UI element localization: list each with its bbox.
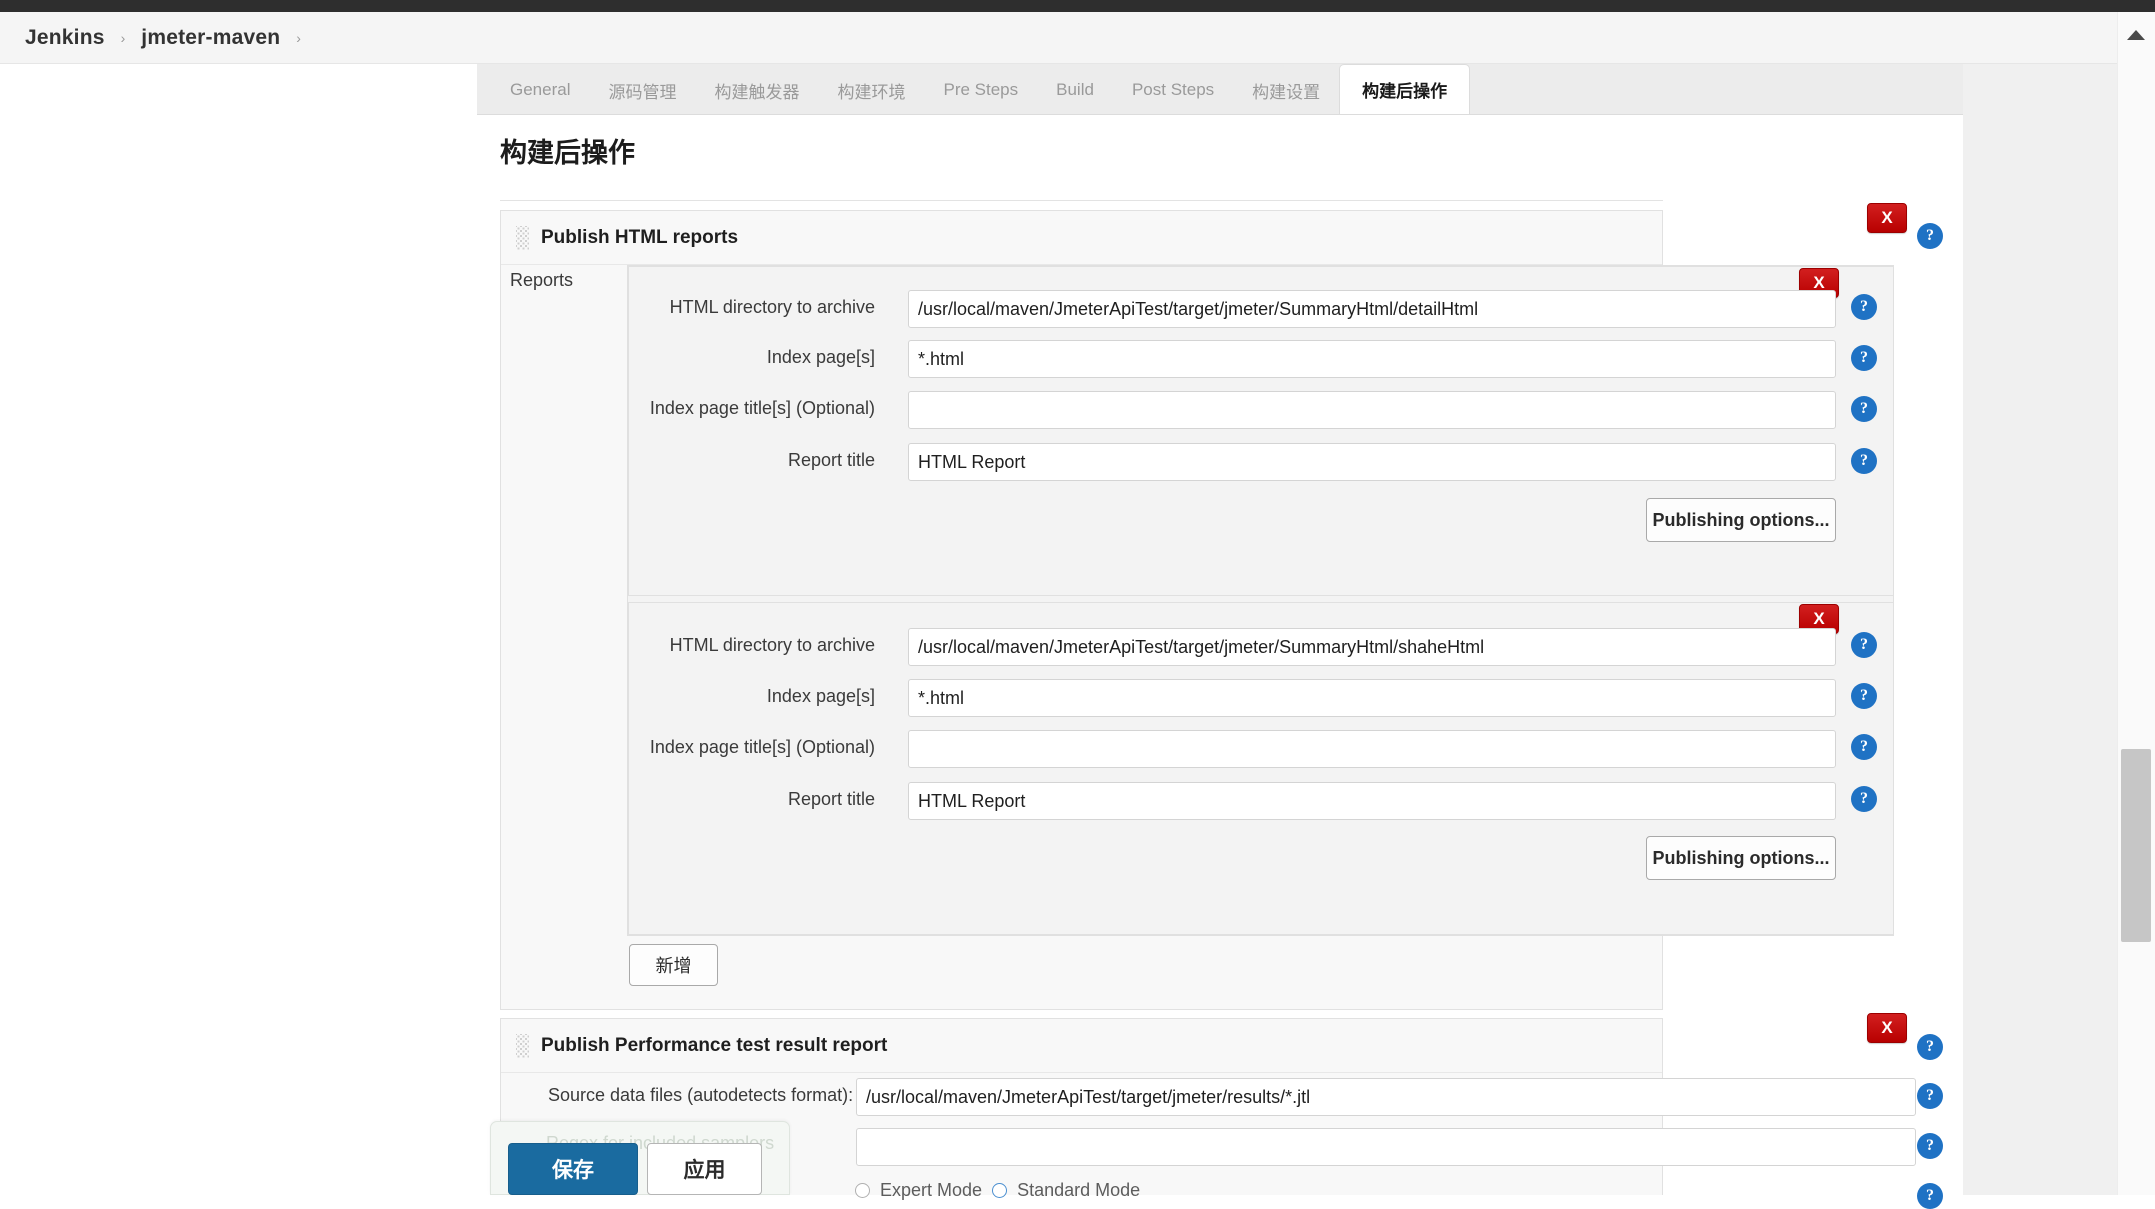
help-icon-report-1-html-directory[interactable]: ? (1851, 294, 1877, 320)
section-title-performance: Publish Performance test result report (541, 1034, 888, 1056)
report-1-report-title-input[interactable] (908, 443, 1836, 481)
right-gutter (1963, 64, 2117, 1195)
radio-expert-mode[interactable] (855, 1183, 870, 1198)
source-data-files-input[interactable] (856, 1078, 1916, 1116)
help-icon-report-2-index-pages[interactable]: ? (1851, 683, 1877, 709)
delete-section-html-reports-button[interactable]: X (1867, 203, 1907, 233)
report-1-index-pages-input[interactable] (908, 340, 1836, 378)
tab-build-triggers[interactable]: 构建触发器 (695, 66, 818, 114)
help-icon-mode[interactable]: ? (1917, 1183, 1943, 1209)
tab-build[interactable]: Build (1037, 66, 1113, 114)
mode-radio-group: Expert Mode Standard Mode (855, 1180, 1140, 1201)
drag-handle-icon-performance[interactable] (516, 1033, 529, 1058)
report-1-field-2-label: Index page title[s] (Optional) (649, 398, 875, 418)
reports-label: Reports (509, 270, 573, 290)
tab-general[interactable]: General (491, 66, 589, 114)
config-tab-bar: General 源码管理 构建触发器 构建环境 Pre Steps Build … (477, 64, 1655, 115)
report-1-field-3-label: Report title (787, 450, 875, 470)
radio-standard-mode[interactable] (992, 1183, 1008, 1198)
help-icon-source-data-files[interactable]: ? (1917, 1083, 1943, 1109)
report-2-report-title-input[interactable] (908, 782, 1836, 820)
apply-button[interactable]: 应用 (647, 1143, 762, 1195)
report-2-publishing-options-button[interactable]: Publishing options... (1646, 836, 1836, 880)
section-title: Publish HTML reports (541, 226, 739, 248)
tab-scm[interactable]: 源码管理 (589, 66, 695, 114)
help-icon-section-html-reports[interactable]: ? (1917, 223, 1943, 249)
save-button[interactable]: 保存 (508, 1143, 638, 1195)
help-icon-report-2-html-directory[interactable]: ? (1851, 632, 1877, 658)
report-2-index-pages-input[interactable] (908, 679, 1836, 717)
scroll-up-arrow-icon[interactable] (2127, 30, 2145, 40)
report-2-field-0-label: HTML directory to archive (669, 635, 875, 655)
top-dark-strip (0, 0, 2155, 12)
help-icon-report-2-index-page-titles[interactable]: ? (1851, 734, 1877, 760)
breadcrumb-separator-icon-2[interactable]: › (296, 30, 301, 46)
section-header: Publish HTML reports (501, 211, 1662, 265)
help-icon-report-2-report-title[interactable]: ? (1851, 786, 1877, 812)
tab-post-steps[interactable]: Post Steps (1113, 66, 1233, 114)
breadcrumb-separator-icon: › (120, 29, 126, 46)
title-rule (500, 200, 1663, 201)
page-title: 构建后操作 (500, 138, 635, 168)
tab-build-environment[interactable]: 构建环境 (818, 66, 924, 114)
breadcrumb-item-job[interactable]: jmeter-maven (141, 26, 280, 50)
help-icon-regex-included-samplers[interactable]: ? (1917, 1133, 1943, 1159)
tab-bar-tail (1655, 64, 1963, 115)
source-data-files-label: Source data files (autodetects format): (548, 1085, 854, 1105)
tab-pre-steps[interactable]: Pre Steps (924, 66, 1037, 114)
help-icon-report-1-report-title[interactable]: ? (1851, 448, 1877, 474)
radio-expert-mode-label: Expert Mode (880, 1180, 983, 1200)
radio-standard-mode-label: Standard Mode (1017, 1180, 1141, 1200)
breadcrumb-item-jenkins[interactable]: Jenkins (25, 26, 105, 50)
content-top-divider (477, 114, 1963, 115)
tab-post-build-actions[interactable]: 构建后操作 (1339, 64, 1471, 115)
report-1-index-page-titles-input[interactable] (908, 391, 1836, 429)
report-2-index-page-titles-input[interactable] (908, 730, 1836, 768)
help-icon-section-performance[interactable]: ? (1917, 1034, 1943, 1060)
section-header-performance: Publish Performance test result report (501, 1019, 1662, 1073)
report-1-field-1-label: Index page[s] (766, 347, 875, 367)
delete-section-performance-button[interactable]: X (1867, 1013, 1907, 1043)
report-1-html-directory-input[interactable] (908, 290, 1836, 328)
scrollbar-thumb[interactable] (2121, 749, 2151, 942)
report-2-field-3-label: Report title (787, 789, 875, 809)
help-icon-report-1-index-pages[interactable]: ? (1851, 345, 1877, 371)
report-2-field-1-label: Index page[s] (766, 686, 875, 706)
breadcrumb: Jenkins › jmeter-maven › (0, 12, 2117, 64)
page-scrollbar[interactable] (2117, 12, 2155, 1195)
tab-build-settings[interactable]: 构建设置 (1233, 66, 1339, 114)
add-report-button[interactable]: 新增 (629, 944, 718, 986)
drag-handle-icon[interactable] (516, 225, 529, 250)
report-2-field-2-label: Index page title[s] (Optional) (649, 737, 875, 757)
regex-included-samplers-input[interactable] (856, 1128, 1916, 1166)
help-icon-report-1-index-page-titles[interactable]: ? (1851, 396, 1877, 422)
report-1-field-0-label: HTML directory to archive (669, 297, 875, 317)
report-2-html-directory-input[interactable] (908, 628, 1836, 666)
report-1-publishing-options-button[interactable]: Publishing options... (1646, 498, 1836, 542)
